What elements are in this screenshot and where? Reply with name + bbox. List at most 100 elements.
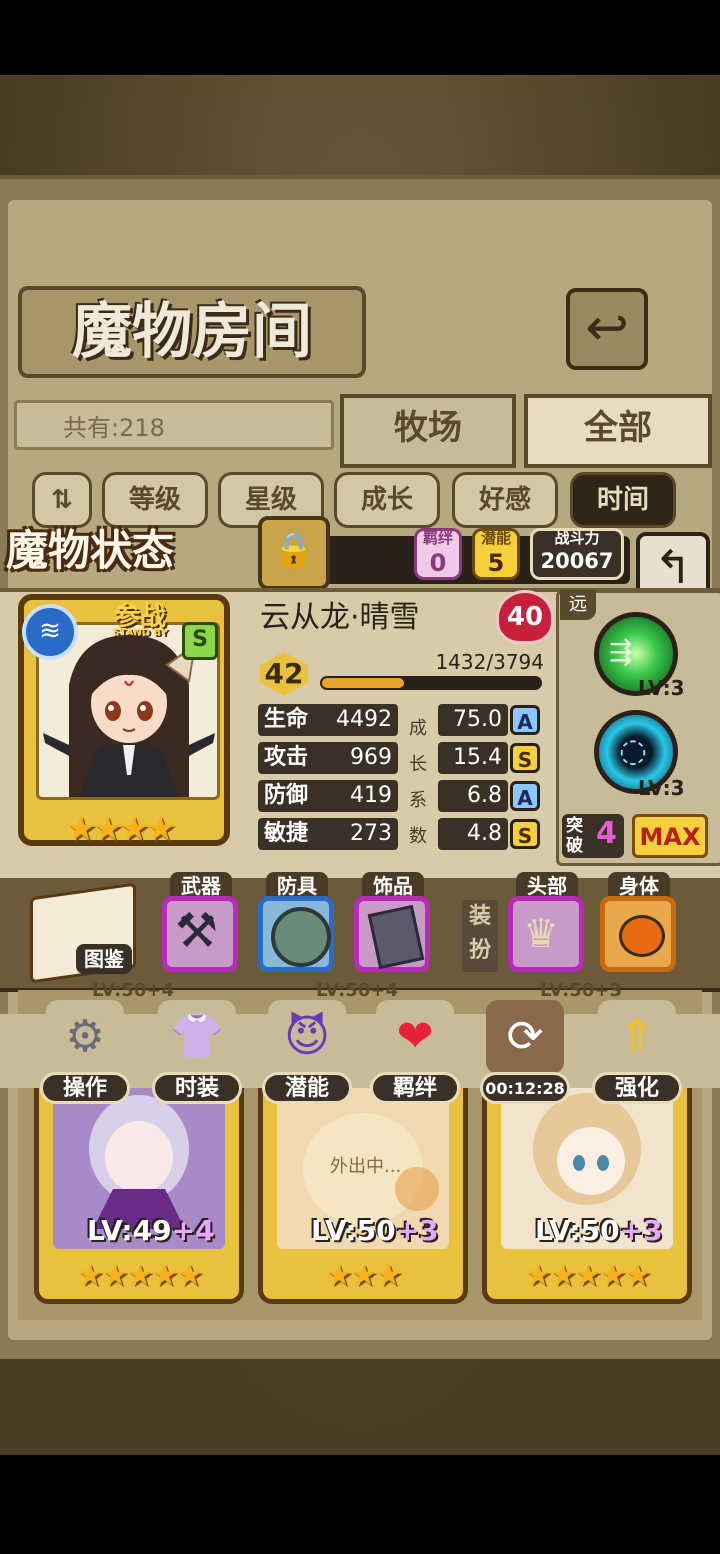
dress-up-label: 装扮: [462, 900, 498, 972]
pumpkin-icon: [619, 915, 665, 957]
grade-attack: S: [510, 743, 540, 773]
refresh-button[interactable]: ⟳ 00:12:28: [480, 1000, 570, 1104]
body-slot[interactable]: [600, 896, 676, 972]
combat-power-label: 战斗力: [554, 529, 600, 547]
skill-level-1: LV:3: [638, 676, 685, 700]
upgrade-label: 强化: [592, 1072, 682, 1104]
combat-power: 战斗力 20067: [530, 528, 624, 580]
stat-label: 生命: [264, 707, 309, 732]
growth-char-4: 数: [409, 826, 427, 847]
accessory-slot[interactable]: [354, 896, 430, 972]
growth-hp: 75.0: [438, 704, 508, 736]
tab-ranch[interactable]: 牧场: [340, 394, 516, 468]
sort-affection-button[interactable]: 好感: [452, 472, 558, 528]
breakthrough-box: 突破 4: [562, 814, 624, 858]
tab-all[interactable]: 全部: [524, 394, 712, 468]
sort-time-button[interactable]: 时间: [570, 472, 676, 528]
bond-label: 羁绊: [422, 529, 453, 547]
rank-badge: S: [182, 622, 218, 660]
growth-defense: 6.8: [438, 780, 508, 812]
card-level-plus: +3: [395, 1214, 439, 1247]
stat-row-defense: 防御 419: [258, 780, 398, 812]
grade-agility: S: [510, 819, 540, 849]
growth-attack: 15.4: [438, 742, 508, 774]
card-level-value: LV:50: [311, 1214, 396, 1247]
standby-label: 参战 STAND BY: [90, 596, 190, 638]
game-screen: 魔物房间 ↩ 共有:218 牧场 全部 ⇅ 等级 星级 成长 好感 时间 魔物状…: [0, 0, 720, 1554]
stat-label: 攻击: [264, 745, 309, 770]
stat-value: 273: [350, 821, 392, 846]
growth-char-3: 系: [409, 790, 427, 811]
tiara-icon: ♛: [523, 911, 559, 957]
upgrade-button[interactable]: ⇑ 强化: [592, 1000, 682, 1104]
shield-icon: [271, 907, 331, 967]
armor-slot[interactable]: [258, 896, 334, 972]
card-level-plus: +3: [619, 1214, 663, 1247]
affection-heart: 40: [496, 590, 554, 644]
grade-defense: A: [510, 781, 540, 811]
operate-button[interactable]: ⚙ 操作: [40, 1000, 130, 1104]
demon-icon: 😈: [268, 1000, 346, 1074]
stat-row-attack: 攻击 969: [258, 742, 398, 774]
refresh-icon: ⟳: [486, 1000, 564, 1074]
room-title: 魔物房间: [18, 286, 366, 378]
stat-row-agility: 敏捷 273: [258, 818, 398, 850]
card-stars: ★★★★★: [524, 1258, 651, 1293]
outfit-icon: 👚: [158, 1000, 236, 1074]
sort-order-icon: ⇅: [51, 485, 73, 515]
outfit-button[interactable]: 👚 时装: [152, 1000, 242, 1104]
bond-action-label: 羁绊: [370, 1072, 460, 1104]
outing-status: 外出中...: [330, 1156, 402, 1177]
exit-button[interactable]: ↩: [566, 288, 648, 370]
list-level-top-1: LV:50+4: [92, 980, 174, 1001]
xp-bar-fill: [322, 678, 404, 688]
card-level: LV:50+3: [311, 1214, 439, 1247]
stat-value: 969: [350, 745, 392, 770]
growth-agility: 4.8: [438, 818, 508, 850]
xp-text: 1432/3794: [435, 650, 544, 674]
card-level-value: LV:49: [87, 1214, 172, 1247]
card-stars: ★★★: [325, 1258, 403, 1293]
potential-value: 5: [487, 549, 505, 577]
status-title: 魔物状态: [6, 526, 175, 575]
potential-button[interactable]: 😈 潜能: [262, 1000, 352, 1104]
encyclopedia-label: 图鉴: [76, 944, 132, 974]
arrows-icon: ⇶: [609, 635, 633, 668]
stat-label: 敏捷: [264, 821, 309, 846]
stat-label: 防御: [264, 783, 309, 808]
combat-power-value: 20067: [540, 549, 614, 573]
water-element-icon: ≋: [22, 604, 78, 660]
scythe-icon: ⚒: [175, 903, 219, 959]
lock-button[interactable]: 🔒: [258, 516, 330, 590]
breakthrough-value: 4: [596, 816, 617, 851]
growth-char-1: 成: [409, 718, 427, 739]
head-slot[interactable]: ♛: [508, 896, 584, 972]
card-stars: ★★★★★: [76, 1258, 203, 1293]
card-level: LV:49+4: [87, 1214, 215, 1247]
standby-subtext: STAND BY: [112, 627, 168, 638]
monster-count: 共有:218: [14, 400, 334, 450]
weapon-slot[interactable]: ⚒: [162, 896, 238, 972]
refresh-timer: 00:12:28: [480, 1072, 570, 1104]
sort-growth-button[interactable]: 成长: [334, 472, 440, 528]
bond-button[interactable]: ❤ 羁绊: [370, 1000, 460, 1104]
stat-value: 419: [350, 783, 392, 808]
tablet-icon: [367, 904, 425, 970]
bond-value: 0: [429, 549, 447, 577]
potential-stat: 潜能 5: [472, 528, 520, 580]
gear-icon: ⚙: [46, 1000, 124, 1074]
bottom-black-bar: [0, 1455, 720, 1554]
vortex-icon: ◌: [619, 731, 647, 769]
exit-arrow-icon: ↩: [585, 298, 629, 358]
outfit-label: 时装: [152, 1072, 242, 1104]
list-level-top-2: LV:50+4: [316, 980, 398, 1001]
range-tag: 远: [560, 590, 596, 620]
skill-level-2: LV:3: [638, 776, 685, 800]
breakthrough-label: 突破: [566, 816, 583, 856]
portrait-stars: ★★★★: [66, 809, 176, 849]
return-arrow-icon: ↰: [653, 540, 693, 594]
operate-label: 操作: [40, 1072, 130, 1104]
stat-value: 4492: [336, 707, 392, 732]
upgrade-arrow-icon: ⇑: [598, 1000, 676, 1074]
padlock-icon: 🔒: [272, 530, 316, 570]
